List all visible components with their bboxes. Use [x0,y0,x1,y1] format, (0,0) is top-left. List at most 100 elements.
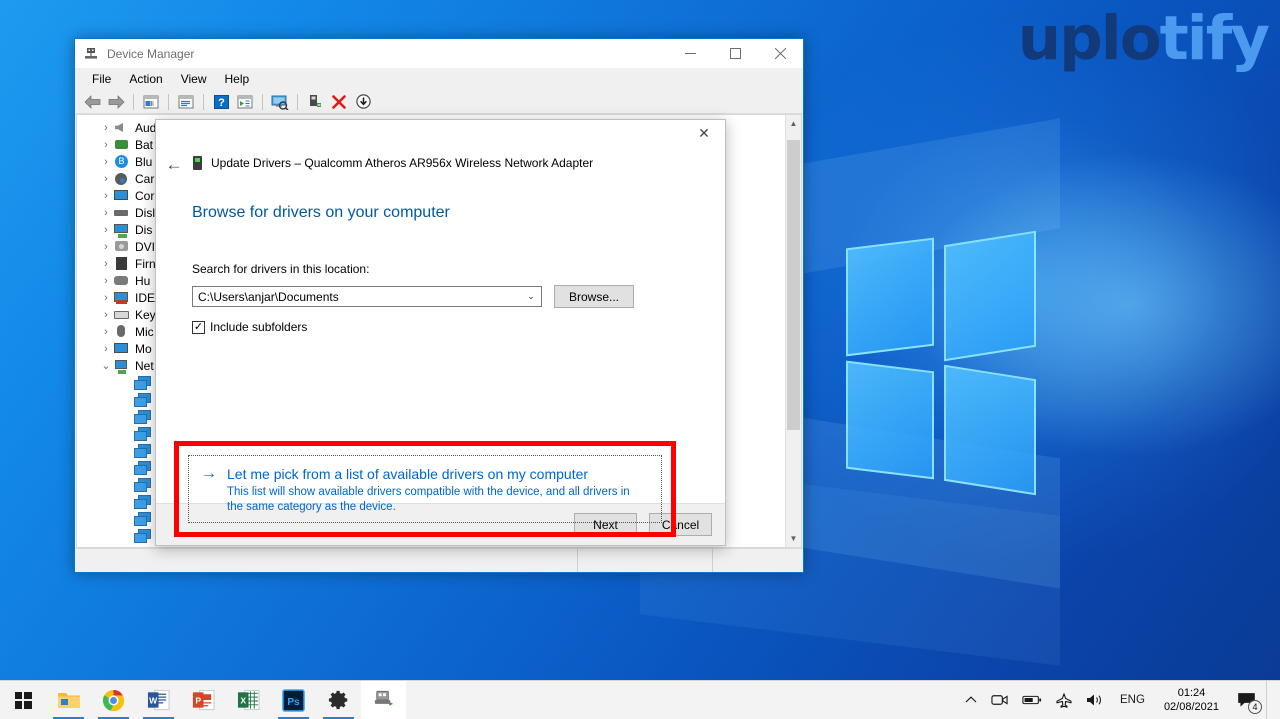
show-desktop-button[interactable] [1266,680,1274,719]
windows-logo-pane [944,364,1036,496]
scrollbar-thumb[interactable] [787,140,800,430]
close-button[interactable] [758,39,803,68]
windows-logo-pane [944,230,1036,362]
tree-expander[interactable]: › [99,258,113,270]
adobe-photoshop-icon: Ps [282,688,306,712]
volume-icon[interactable] [1079,681,1111,719]
device-manager-menubar: File Action View Help [75,68,803,90]
taskbar-app-microsoft-word[interactable]: W [136,681,181,719]
search-location-label: Search for drivers in this location: [192,262,370,276]
tree-expander[interactable]: › [99,156,113,168]
device-manager-titlebar[interactable]: Device Manager [75,39,803,68]
chevron-down-icon[interactable]: ⌄ [521,291,541,302]
include-subfolders-label: Include subfolders [210,320,308,334]
properties-icon[interactable] [175,91,197,113]
clock[interactable]: 01:24 02/08/2021 [1154,681,1229,719]
tree-expander[interactable]: ⌄ [99,359,113,372]
network-adapter-icon [133,375,151,390]
network-adapter-icon [133,426,151,441]
taskbar-app-device-manager[interactable] [361,680,406,719]
maximize-button[interactable] [713,39,758,68]
tree-item-label: Hu [135,273,151,288]
action-center-button[interactable]: 4 [1229,681,1266,719]
windows-logo-pane [846,360,934,480]
taskbar-app-google-chrome[interactable] [91,681,136,719]
minimize-button[interactable] [668,39,713,68]
scroll-up-button[interactable]: ▲ [786,115,801,132]
watermark-part-1: uplo [1017,3,1162,74]
pick-option-title[interactable]: Let me pick from a list of available dri… [227,465,647,483]
tree-item-label: Disl [135,205,155,220]
tree-expander[interactable]: › [99,275,113,287]
menu-file[interactable]: File [83,69,120,89]
scan-hardware-changes-icon[interactable] [269,91,291,113]
menu-view[interactable]: View [172,69,216,89]
tree-item-label: IDE [135,290,156,305]
network-adapter-icon [133,409,151,424]
uninstall-device-icon[interactable] [328,91,350,113]
back-icon[interactable] [81,91,103,113]
svg-text:W: W [149,695,158,705]
show-hidden-icons-button[interactable] [958,681,984,719]
google-chrome-icon [102,688,126,712]
tree-expander[interactable]: › [99,309,113,321]
taskbar-app-file-explorer[interactable] [46,681,91,719]
highlight-annotation: → Let me pick from a list of available d… [174,441,676,537]
tree-item-label: Mic [135,324,154,339]
forward-icon[interactable] [105,91,127,113]
include-subfolders-checkbox[interactable]: ✓ [192,320,205,334]
taskbar-app-microsoft-powerpoint[interactable]: P [181,681,226,719]
device-tree-scrollbar[interactable]: ▲ ▼ [785,115,801,547]
scroll-down-button[interactable]: ▼ [786,530,801,547]
battery-icon[interactable] [1015,681,1049,719]
network-adapter-icon [133,477,151,492]
location-value[interactable]: C:\Users\anjar\Documents [198,290,521,304]
tree-expander[interactable]: › [99,122,113,134]
tree-expander[interactable]: › [99,190,113,202]
display-adapters-icon [113,222,130,238]
tree-item-label: Car [135,171,155,186]
batteries-icon [113,137,130,152]
help-icon[interactable]: ? [210,91,232,113]
bluetooth-icon: B [113,154,130,169]
disable-device-icon[interactable] [352,91,374,113]
tree-expander[interactable]: › [99,292,113,304]
audio-inputs-outputs-icon [113,120,130,135]
pick-from-list-option[interactable]: → Let me pick from a list of available d… [188,455,662,523]
gear-icon [327,688,351,712]
menu-action[interactable]: Action [120,69,171,89]
mice-pointing-devices-icon [113,324,130,339]
tree-expander[interactable]: › [99,224,113,236]
start-button[interactable] [0,681,46,719]
statusbar-panel-2 [578,549,713,572]
cameras-icon [113,171,130,186]
tree-item-label: Blu [135,154,153,169]
taskbar: W P X Ps ENG 01:24 02/08/2021 4 [0,680,1280,719]
meet-now-icon[interactable] [984,681,1015,719]
browse-button[interactable]: Browse... [554,285,634,308]
tree-expander[interactable]: › [99,241,113,253]
include-subfolders-row[interactable]: ✓ Include subfolders [192,320,689,334]
install-legacy-hardware-icon[interactable] [304,91,326,113]
show-hidden-devices-icon[interactable] [140,91,162,113]
tree-expander[interactable]: › [99,139,113,151]
window-controls [668,39,803,68]
tree-expander[interactable]: › [99,547,113,548]
language-indicator[interactable]: ENG [1111,681,1154,719]
taskbar-app-settings[interactable] [316,681,361,719]
dialog-back-button[interactable]: ← [162,153,186,177]
location-combobox[interactable]: C:\Users\anjar\Documents ⌄ [192,286,542,307]
taskbar-app-adobe-photoshop[interactable]: Ps [271,681,316,719]
file-explorer-icon [57,688,81,712]
device-manager-icon [372,688,396,712]
tree-expander[interactable]: › [99,343,113,355]
update-driver-icon[interactable] [234,91,256,113]
tree-expander[interactable]: › [99,173,113,185]
system-tray: ENG 01:24 02/08/2021 4 [958,680,1280,719]
tree-expander[interactable]: › [99,207,113,219]
tree-expander[interactable]: › [99,326,113,338]
airplane-mode-icon[interactable] [1049,681,1079,719]
menu-help[interactable]: Help [216,69,259,89]
taskbar-app-microsoft-excel[interactable]: X [226,681,271,719]
network-adapter-icon [193,156,202,170]
